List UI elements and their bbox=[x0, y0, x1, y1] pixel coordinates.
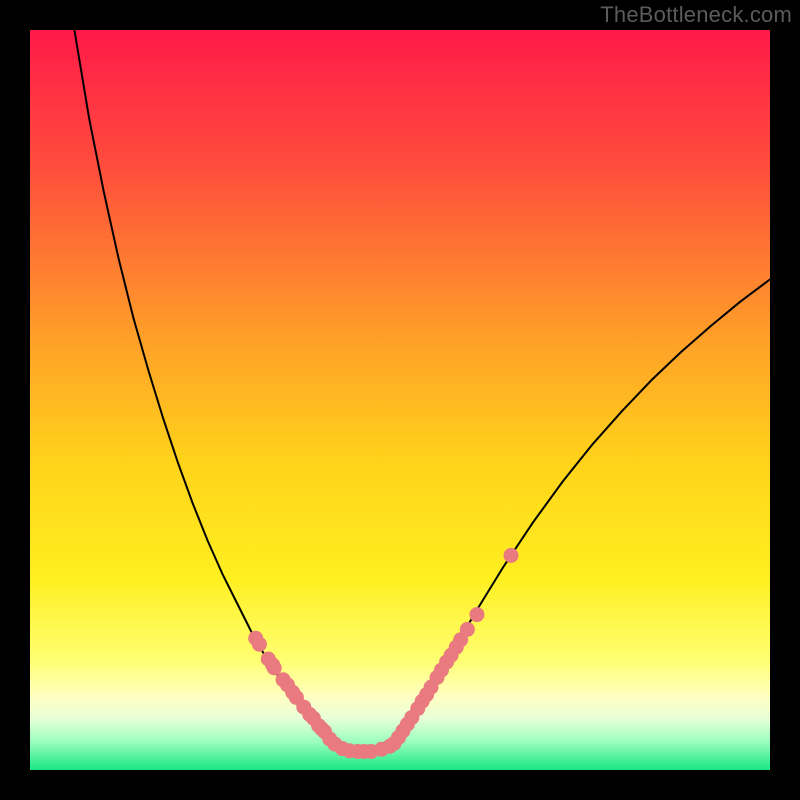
data-marker bbox=[267, 661, 281, 675]
plot-svg bbox=[30, 30, 770, 770]
data-marker bbox=[460, 622, 474, 636]
watermark-text: TheBottleneck.com bbox=[600, 2, 792, 28]
chart-container: TheBottleneck.com bbox=[0, 0, 800, 800]
data-marker bbox=[470, 608, 484, 622]
gradient-background bbox=[30, 30, 770, 770]
data-marker bbox=[504, 548, 518, 562]
data-marker bbox=[252, 637, 266, 651]
plot-area bbox=[30, 30, 770, 770]
